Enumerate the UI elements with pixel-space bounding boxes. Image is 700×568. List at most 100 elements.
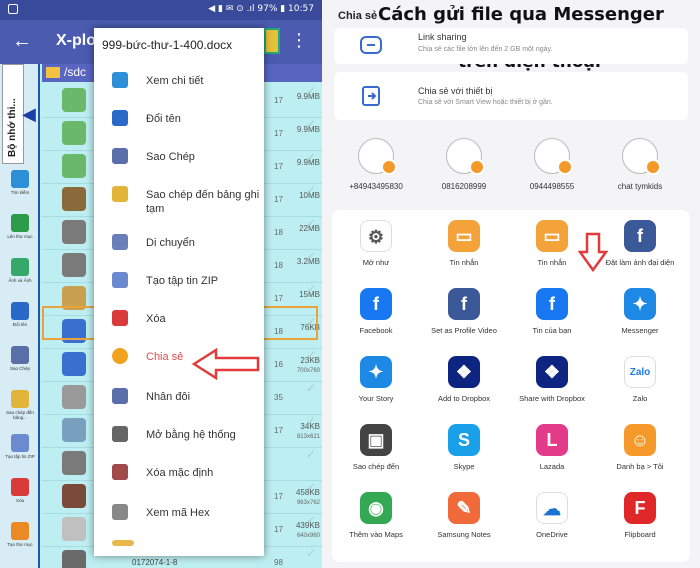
app-icon: ✦ — [624, 288, 656, 320]
share-app[interactable]: ✦ Your Story — [336, 356, 416, 403]
file-thumbnail-icon[interactable] — [264, 28, 280, 54]
app-label: Your Story — [358, 394, 394, 403]
checkmark-icon[interactable]: ✓ — [306, 348, 316, 362]
checkmark-icon[interactable]: ✓ — [306, 84, 316, 98]
share-app[interactable]: ✦ Messenger — [600, 288, 680, 335]
app-label: Thêm vào Maps — [349, 530, 403, 539]
app-icon: ☁ — [536, 492, 568, 524]
file-dimensions: 700x760 — [296, 368, 320, 374]
share-app[interactable]: f Set as Profile Video — [424, 288, 504, 335]
checkmark-icon[interactable]: ✓ — [306, 513, 316, 527]
app-icon: f — [536, 288, 568, 320]
contact-target[interactable]: +84943495830 — [336, 138, 416, 191]
contact-target[interactable]: 0944498555 — [512, 138, 592, 191]
share-app[interactable]: ❖ Share with Dropbox — [512, 356, 592, 403]
device-share-title: Chia sẻ với thiết bị — [418, 86, 493, 96]
checkmark-icon[interactable]: ✓ — [306, 249, 316, 263]
share-app[interactable]: f Đặt làm ảnh đại diện — [600, 220, 680, 267]
checkmark-icon[interactable]: ✓ — [306, 480, 316, 494]
file-date: 17 — [274, 129, 283, 138]
sidebar-button[interactable]: Lên thư mục — [4, 214, 36, 239]
share-app[interactable]: ▣ Sao chép đến — [336, 424, 416, 471]
app-icon: ◉ — [360, 492, 392, 524]
sidebar-button-icon — [11, 522, 29, 540]
sidebar-button[interactable]: Sao chép đến bảng... — [4, 390, 36, 420]
device-share-option[interactable]: Chia sẻ với thiết bị Chia sẻ với Smart V… — [334, 72, 688, 120]
checkmark-icon[interactable]: ✓ — [306, 183, 316, 197]
sidebar-button-label: Xóa — [15, 498, 24, 503]
share-app[interactable]: ▭ Tin nhắn — [424, 220, 504, 267]
app-label: Facebook — [359, 326, 393, 335]
file-thumbnail — [62, 88, 86, 112]
file-date: 17 — [274, 294, 283, 303]
sidebar-button[interactable]: Sao Chép — [4, 346, 36, 371]
messenger-badge-icon — [469, 159, 485, 175]
more-options-icon[interactable]: ⋮ — [290, 30, 308, 51]
sidebar-button-icon — [11, 434, 29, 452]
share-app[interactable]: ⚙ Mở như — [336, 220, 416, 267]
storage-tab[interactable]: Bộ nhớ thi... — [2, 64, 24, 164]
sidebar-button-icon — [11, 214, 29, 232]
checkmark-icon[interactable]: ✓ — [306, 546, 316, 560]
checkmark-icon[interactable]: ✓ — [306, 216, 316, 230]
share-sheet-title: Chia sẻ — [338, 10, 378, 22]
share-app[interactable]: ✎ Samsung Notes — [424, 492, 504, 539]
app-label: Tin của bạn — [532, 326, 572, 335]
link-sharing-subtitle: Chia sẻ các file lớn lên đến 2 GB một ng… — [418, 46, 553, 53]
share-app[interactable]: ☺ Danh bạ > Tôi — [600, 424, 680, 471]
sidebar-button-label: Đổi tên — [12, 322, 28, 327]
file-thumbnail — [62, 550, 86, 568]
file-date: 17 — [274, 492, 283, 501]
headline-line1: Cách gửi file qua Messenger — [378, 4, 664, 25]
app-icon: S — [448, 424, 480, 456]
share-app[interactable]: S Skype — [424, 424, 504, 471]
menu-item-label: Xem chi tiết — [146, 75, 204, 87]
sidebar-button[interactable]: Ảnh và Ảnh — [4, 258, 36, 283]
checkmark-icon[interactable]: ✓ — [306, 414, 316, 428]
sidebar-button[interactable]: Tìm kiếm — [4, 170, 36, 195]
share-app[interactable]: ❖ Add to Dropbox — [424, 356, 504, 403]
zip-icon — [112, 272, 128, 288]
move-icon — [112, 234, 128, 250]
app-icon: f — [624, 220, 656, 252]
link-sharing-option[interactable]: Link sharing Chia sẻ các file lớn lên đế… — [334, 28, 688, 64]
cloud-link-icon — [360, 36, 382, 54]
sidebar-button[interactable]: Xóa — [4, 478, 36, 503]
menu-item-label: Tạo tập tin ZIP — [146, 275, 219, 287]
messenger-badge-icon — [381, 159, 397, 175]
checkmark-icon[interactable]: ✓ — [306, 117, 316, 131]
sidebar-button-label: Tạo thư mục — [7, 542, 33, 547]
share-app[interactable]: f Facebook — [336, 288, 416, 335]
sidebar-button[interactable]: Tạo thư mục — [4, 522, 36, 547]
checkmark-icon[interactable]: ✓ — [306, 447, 316, 461]
checkmark-icon[interactable]: ✓ — [306, 381, 316, 395]
share-app[interactable]: F Flipboard — [600, 492, 680, 539]
contact-name: 0816208999 — [441, 182, 487, 191]
contact-target[interactable]: chat tymkids — [600, 138, 680, 191]
app-label: Lazada — [539, 462, 565, 471]
app-icon: L — [536, 424, 568, 456]
share-app[interactable]: ◉ Thêm vào Maps — [336, 492, 416, 539]
share-app[interactable]: ☁ OneDrive — [512, 492, 592, 539]
sidebar-button[interactable]: Đổi tên — [4, 302, 36, 327]
back-arrow-icon[interactable]: ← — [12, 30, 32, 53]
sidebar-button-label: Sao Chép — [9, 366, 30, 371]
notification-icon — [8, 4, 18, 14]
app-icon: ☺ — [624, 424, 656, 456]
share-app[interactable]: Zalo Zalo — [600, 356, 680, 403]
sidebar-button[interactable]: Tạo tập tin ZIP — [4, 434, 36, 459]
device-share-icon — [362, 86, 380, 106]
sidebar: Bộ nhớ thi... ◀ Tìm kiếm Lên thư mục Ảnh v… — [0, 64, 40, 568]
share-app[interactable]: f Tin của bạn — [512, 288, 592, 335]
share-app[interactable]: L Lazada — [512, 424, 592, 471]
checkmark-icon[interactable]: ✓ — [306, 150, 316, 164]
app-label: Danh bạ > Tôi — [616, 462, 664, 471]
checkmark-icon[interactable]: ✓ — [306, 282, 316, 296]
file-date: 18 — [274, 228, 283, 237]
status-bar: ◀ ▮ ✉ ⊙ .ıl 97% ▮ 10:57 — [0, 0, 322, 20]
app-label: Add to Dropbox — [437, 394, 491, 403]
context-menu-title: 999-bức-thư-1-400.docx — [102, 38, 233, 52]
contact-target[interactable]: 0816208999 — [424, 138, 504, 191]
link-sharing-title: Link sharing — [418, 32, 467, 42]
contact-name: chat tymkids — [617, 182, 663, 191]
